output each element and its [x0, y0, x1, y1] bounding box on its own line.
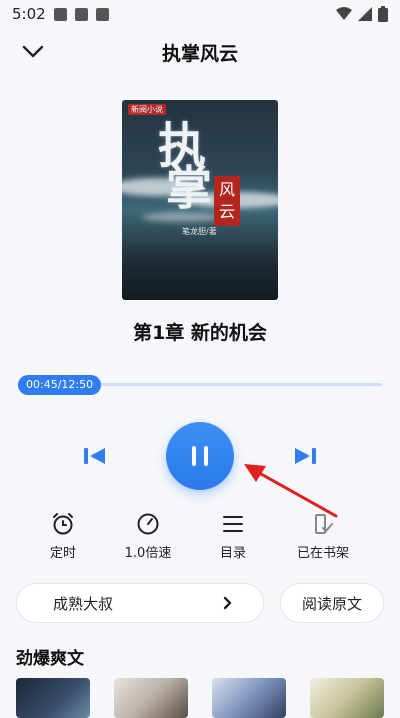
playback-controls [0, 420, 400, 492]
recommend-book-cover[interactable] [212, 678, 286, 718]
book-cover: 新阅小说 执 掌 风 云 笔龙胆/著 [122, 100, 278, 300]
annotation-arrow-icon [244, 464, 338, 518]
battery-icon [378, 6, 388, 22]
wifi-icon [336, 7, 352, 20]
collapse-button[interactable] [18, 38, 48, 66]
signal-icon [358, 7, 372, 21]
status-bar: 5:02 [0, 0, 400, 28]
recommend-book-cover[interactable] [114, 678, 188, 718]
speed-button[interactable]: 1.0倍速 [113, 512, 183, 561]
speed-label: 1.0倍速 [124, 546, 172, 561]
catalog-button[interactable]: 目录 [198, 512, 268, 561]
read-original-button[interactable]: 阅读原文 [280, 583, 384, 623]
pause-button[interactable] [166, 422, 234, 490]
book-title: 执掌风云 [161, 42, 238, 65]
recommend-list [0, 678, 400, 718]
speed-gauge-icon [137, 513, 159, 535]
chevron-right-icon [223, 596, 232, 610]
cover-author: 笔龙胆/著 [182, 227, 217, 236]
skip-previous-icon [84, 448, 105, 464]
player-header: 执掌风云 [0, 30, 400, 74]
recommend-book-cover[interactable] [16, 678, 90, 718]
cover-seal: 风 云 [214, 176, 240, 226]
catalog-label: 目录 [219, 546, 246, 561]
progress-bar[interactable]: 00:45/12:50 [18, 375, 382, 395]
chevron-down-icon [22, 45, 44, 58]
cover-title-char: 风 [218, 180, 235, 199]
bookshelf-button[interactable]: 已在书架 [288, 512, 358, 561]
cover-title-char: 掌 [166, 161, 212, 215]
timer-button[interactable]: 定时 [28, 512, 98, 561]
status-time: 5:02 [12, 5, 46, 23]
app-notification-icon [95, 7, 109, 21]
cover-title-char: 云 [218, 202, 235, 221]
function-row: 定时 1.0倍速 目录 已在书架 [0, 512, 400, 562]
timer-label: 定时 [49, 546, 76, 561]
alarm-clock-icon [53, 513, 73, 535]
read-original-label: 阅读原文 [301, 594, 362, 613]
gallery-notification-icon [53, 7, 67, 21]
voice-label: 成熟大叔 [53, 594, 114, 613]
previous-chapter-button[interactable] [82, 444, 108, 468]
bookshelf-check-icon [315, 514, 333, 534]
recommend-book-cover[interactable] [310, 678, 384, 718]
text-notification-icon [74, 7, 88, 21]
voice-select-button[interactable]: 成熟大叔 [16, 583, 264, 623]
menu-list-icon [223, 516, 243, 532]
chapter-title: 第1章 新的机会 [133, 322, 267, 344]
pause-icon [192, 446, 208, 466]
recommend-section-title: 劲爆爽文 [16, 649, 84, 669]
progress-time-label[interactable]: 00:45/12:50 [18, 375, 102, 395]
bookshelf-label: 已在书架 [296, 546, 349, 561]
